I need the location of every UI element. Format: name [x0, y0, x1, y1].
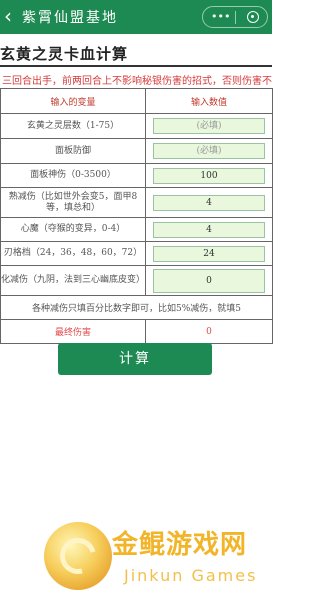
- mini-program-capsule: •••: [202, 6, 268, 28]
- chevron-left-icon: ‹: [4, 4, 12, 28]
- result-label: 最终伤害: [0, 319, 146, 344]
- result-row: 最终伤害 0: [0, 319, 273, 344]
- row-label: 熟减伤（比如世外会变5，面甲8等，填总和）: [0, 187, 146, 218]
- table-row: 心魔（夺猴的变异，0-4） 4: [0, 217, 273, 242]
- table-row: 各种减伤只填百分比数字即可，比如5%减伤，就填5: [0, 295, 273, 320]
- warning-note: 三回合出手，前两回合上不影响秘银伤害的招式，否则伤害不: [2, 76, 272, 87]
- capsule-divider: [235, 11, 236, 24]
- watermark-subtitle: Jinkun Games: [124, 566, 258, 585]
- row-label: 化减伤（九阴，法到三心幽底皮变）: [0, 265, 146, 296]
- divine-damage-input[interactable]: 100: [153, 167, 265, 184]
- damage-reduction-input[interactable]: 4: [153, 194, 265, 211]
- table-row: 面板防御 (必填): [0, 138, 273, 164]
- divider: [0, 65, 272, 67]
- row-label: 刃格档（24，36，48，60，72）: [0, 241, 146, 266]
- table-row: 熟减伤（比如世外会变5，面甲8等，填总和） 4: [0, 187, 273, 218]
- row-label: 玄黄之灵层数（1-75）: [0, 113, 146, 139]
- table-row: 刃格档（24，36，48，60，72） 24: [0, 241, 273, 266]
- column-header-value: 输入数值: [145, 88, 273, 114]
- row-label: 心魔（夺猴的变异，0-4）: [0, 217, 146, 242]
- row-label: 面板防御: [0, 138, 146, 164]
- more-menu-button[interactable]: •••: [211, 9, 230, 25]
- table-row: 面板神伤（0-3500） 100: [0, 163, 273, 188]
- defense-input[interactable]: (必填): [153, 143, 265, 159]
- footnote: 各种减伤只填百分比数字即可，比如5%减伤，就填5: [0, 295, 273, 320]
- table-row: 化减伤（九阴，法到三心幽底皮变） 0: [0, 265, 273, 296]
- calculator-table: 输入的变量 输入数值 玄黄之灵层数（1-75） (必填) 面板防御 (必填) 面…: [0, 88, 273, 344]
- heart-demon-input[interactable]: 4: [153, 221, 265, 238]
- page-title: 玄黄之灵卡血计算: [0, 45, 129, 63]
- result-value: 0: [145, 319, 273, 344]
- transform-reduction-input[interactable]: 0: [153, 268, 265, 293]
- table-row: 玄黄之灵层数（1-75） (必填): [0, 113, 273, 139]
- watermark: 金鲲游戏网 Jinkun Games: [44, 522, 264, 598]
- nav-title: 紫霄仙盟基地: [22, 10, 118, 26]
- layer-count-input[interactable]: (必填): [153, 118, 265, 134]
- logo-icon: [44, 522, 112, 590]
- close-mini-program-button[interactable]: [247, 11, 259, 23]
- nav-bar: ‹ 紫霄仙盟基地 •••: [0, 0, 272, 34]
- column-header-variable: 输入的变量: [0, 88, 146, 114]
- row-label: 面板神伤（0-3500）: [0, 163, 146, 188]
- table-header-row: 输入的变量 输入数值: [0, 88, 273, 114]
- calculate-button[interactable]: 计算: [58, 343, 212, 375]
- watermark-title: 金鲲游戏网: [112, 530, 248, 560]
- block-input[interactable]: 24: [153, 245, 265, 262]
